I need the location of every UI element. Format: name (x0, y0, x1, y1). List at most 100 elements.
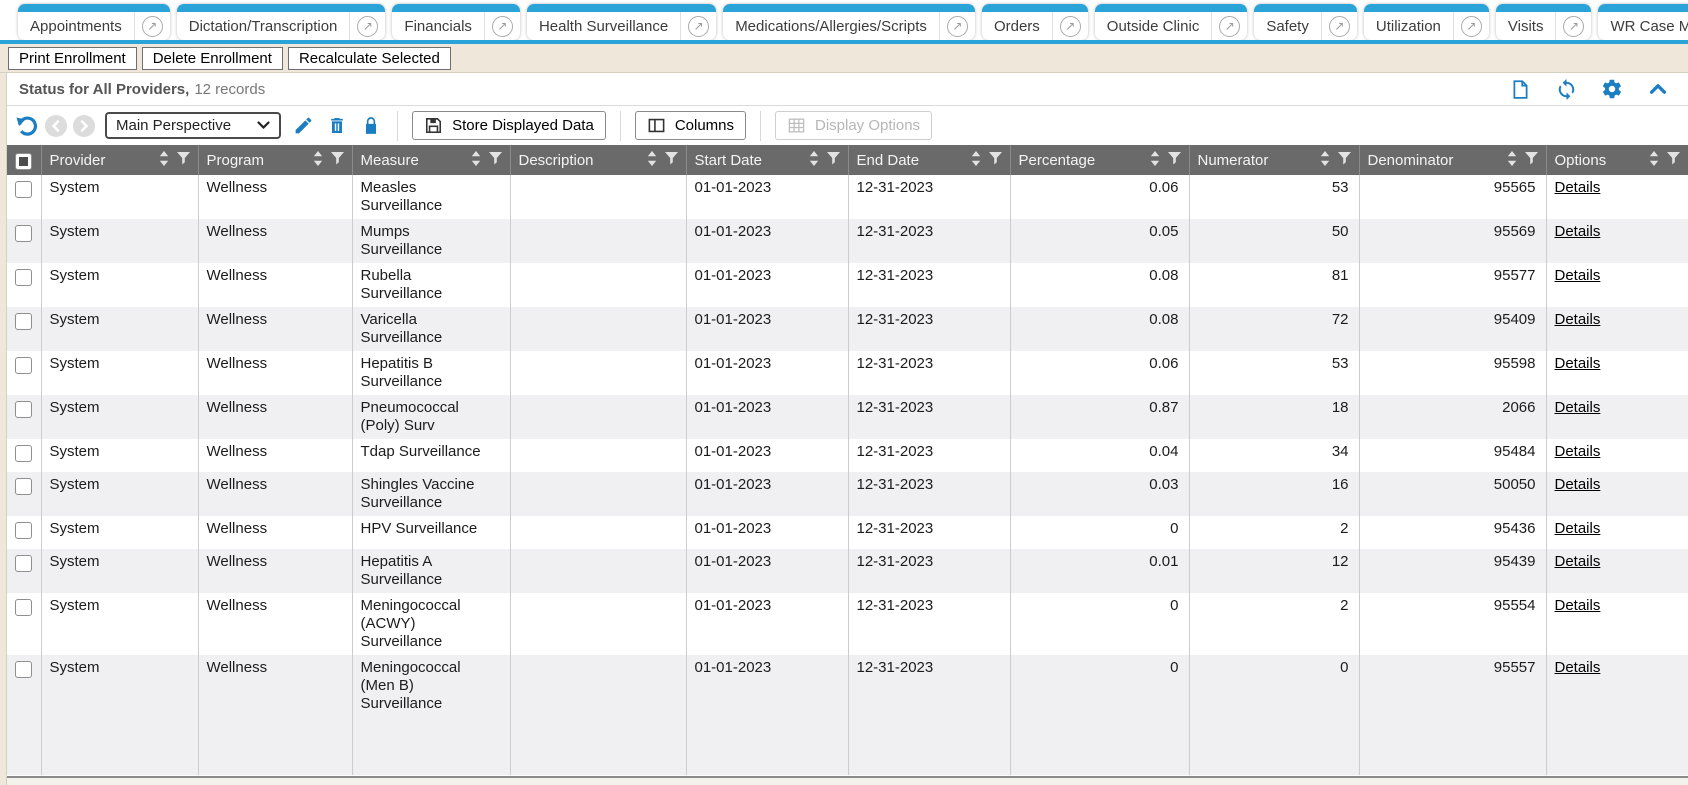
row-checkbox[interactable] (15, 357, 32, 374)
column-header[interactable]: Measure (352, 145, 510, 175)
sort-icon[interactable] (1150, 151, 1160, 170)
lock-icon[interactable] (359, 114, 383, 138)
sort-icon[interactable] (647, 151, 657, 170)
nav-forward-icon[interactable] (73, 115, 95, 137)
module-tab[interactable]: Visits ↗ (1496, 4, 1592, 40)
column-header[interactable]: Start Date (686, 145, 848, 175)
module-tab[interactable]: Utilization ↗ (1364, 4, 1489, 40)
details-link[interactable]: Details (1555, 597, 1601, 614)
row-checkbox[interactable] (15, 445, 32, 462)
horizontal-scrollbar[interactable] (7, 776, 1688, 785)
sort-icon[interactable] (471, 151, 481, 170)
module-tab[interactable]: Medications/Allergies/Scripts ↗ (723, 4, 975, 40)
details-link[interactable]: Details (1555, 476, 1601, 493)
sort-icon[interactable] (971, 151, 981, 170)
sort-icon[interactable] (1649, 151, 1659, 170)
delete-enrollment-button[interactable]: Delete Enrollment (142, 47, 283, 70)
module-tab[interactable]: WR Case Mgmt ↗ (1598, 4, 1688, 40)
edit-icon[interactable] (291, 114, 315, 138)
description-cell (510, 219, 686, 263)
module-tab[interactable]: Dictation/Transcription ↗ (177, 4, 386, 40)
sort-icon[interactable] (809, 151, 819, 170)
open-in-window-button[interactable]: ↗ (680, 12, 716, 40)
refresh-icon[interactable] (1554, 77, 1578, 101)
open-in-window-button[interactable]: ↗ (1555, 12, 1591, 40)
undo-icon[interactable] (15, 114, 39, 138)
filter-icon[interactable] (1338, 152, 1351, 169)
column-header[interactable]: Description (510, 145, 686, 175)
row-checkbox[interactable] (15, 599, 32, 616)
details-link[interactable]: Details (1555, 659, 1601, 676)
column-header[interactable]: End Date (848, 145, 1010, 175)
details-link[interactable]: Details (1555, 311, 1601, 328)
filter-icon[interactable] (177, 152, 190, 169)
open-in-window-button[interactable]: ↗ (349, 12, 385, 40)
open-in-window-button[interactable]: ↗ (1211, 12, 1247, 40)
sort-icon[interactable] (313, 151, 323, 170)
row-checkbox[interactable] (15, 522, 32, 539)
open-in-window-button[interactable]: ↗ (134, 12, 170, 40)
open-in-window-button[interactable]: ↗ (1052, 12, 1088, 40)
row-checkbox[interactable] (15, 555, 32, 572)
module-tab[interactable]: Health Surveillance ↗ (527, 4, 716, 40)
filter-icon[interactable] (489, 152, 502, 169)
open-in-window-button[interactable]: ↗ (484, 12, 520, 40)
filter-icon[interactable] (1667, 152, 1680, 169)
store-displayed-data-button[interactable]: Store Displayed Data (412, 111, 606, 140)
filter-icon[interactable] (1525, 152, 1538, 169)
select-all-checkbox[interactable] (15, 153, 32, 170)
column-header[interactable]: Numerator (1189, 145, 1359, 175)
row-checkbox[interactable] (15, 661, 32, 678)
perspective-select[interactable]: Main Perspective (105, 112, 281, 139)
sort-icon[interactable] (1320, 151, 1330, 170)
column-header[interactable]: Program (198, 145, 352, 175)
columns-button[interactable]: Columns (635, 111, 746, 140)
column-header[interactable]: Percentage (1010, 145, 1189, 175)
module-tab[interactable]: Safety ↗ (1254, 4, 1357, 40)
open-in-window-button[interactable]: ↗ (939, 12, 975, 40)
print-enrollment-button[interactable]: Print Enrollment (8, 47, 137, 70)
recalculate-selected-button[interactable]: Recalculate Selected (288, 47, 451, 70)
program-cell: Wellness (198, 549, 352, 593)
open-in-window-button[interactable]: ↗ (1453, 12, 1489, 40)
details-link[interactable]: Details (1555, 223, 1601, 240)
table-row: System Wellness Meningococcal (ACWY) Sur… (7, 593, 1688, 655)
denominator-cell: 95598 (1359, 351, 1546, 395)
module-tab[interactable]: Financials ↗ (392, 4, 520, 40)
module-tab[interactable]: Outside Clinic ↗ (1095, 4, 1248, 40)
details-link[interactable]: Details (1555, 520, 1601, 537)
gear-icon[interactable] (1600, 77, 1624, 101)
row-checkbox[interactable] (15, 478, 32, 495)
delete-icon[interactable] (325, 114, 349, 138)
module-tab[interactable]: Orders ↗ (982, 4, 1088, 40)
filter-icon[interactable] (827, 152, 840, 169)
row-checkbox[interactable] (15, 401, 32, 418)
filter-icon[interactable] (1168, 152, 1181, 169)
nav-back-icon[interactable] (45, 115, 67, 137)
row-checkbox[interactable] (15, 269, 32, 286)
numerator-cell: 50 (1189, 219, 1359, 263)
details-link[interactable]: Details (1555, 179, 1601, 196)
details-link[interactable]: Details (1555, 355, 1601, 372)
numerator-cell: 53 (1189, 351, 1359, 395)
end-date-cell: 12-31-2023 (848, 593, 1010, 655)
filter-icon[interactable] (331, 152, 344, 169)
column-header[interactable]: Provider (41, 145, 198, 175)
filter-icon[interactable] (665, 152, 678, 169)
details-link[interactable]: Details (1555, 553, 1601, 570)
filter-icon[interactable] (989, 152, 1002, 169)
sort-icon[interactable] (1507, 151, 1517, 170)
details-link[interactable]: Details (1555, 267, 1601, 284)
sort-icon[interactable] (159, 151, 169, 170)
details-link[interactable]: Details (1555, 443, 1601, 460)
collapse-icon[interactable] (1646, 77, 1670, 101)
column-header[interactable]: Options (1546, 145, 1688, 175)
details-link[interactable]: Details (1555, 399, 1601, 416)
row-checkbox[interactable] (15, 225, 32, 242)
page-icon[interactable] (1508, 77, 1532, 101)
open-in-window-button[interactable]: ↗ (1321, 12, 1357, 40)
row-checkbox[interactable] (15, 313, 32, 330)
module-tab[interactable]: Appointments ↗ (18, 4, 170, 40)
row-checkbox[interactable] (15, 181, 32, 198)
column-header[interactable]: Denominator (1359, 145, 1546, 175)
